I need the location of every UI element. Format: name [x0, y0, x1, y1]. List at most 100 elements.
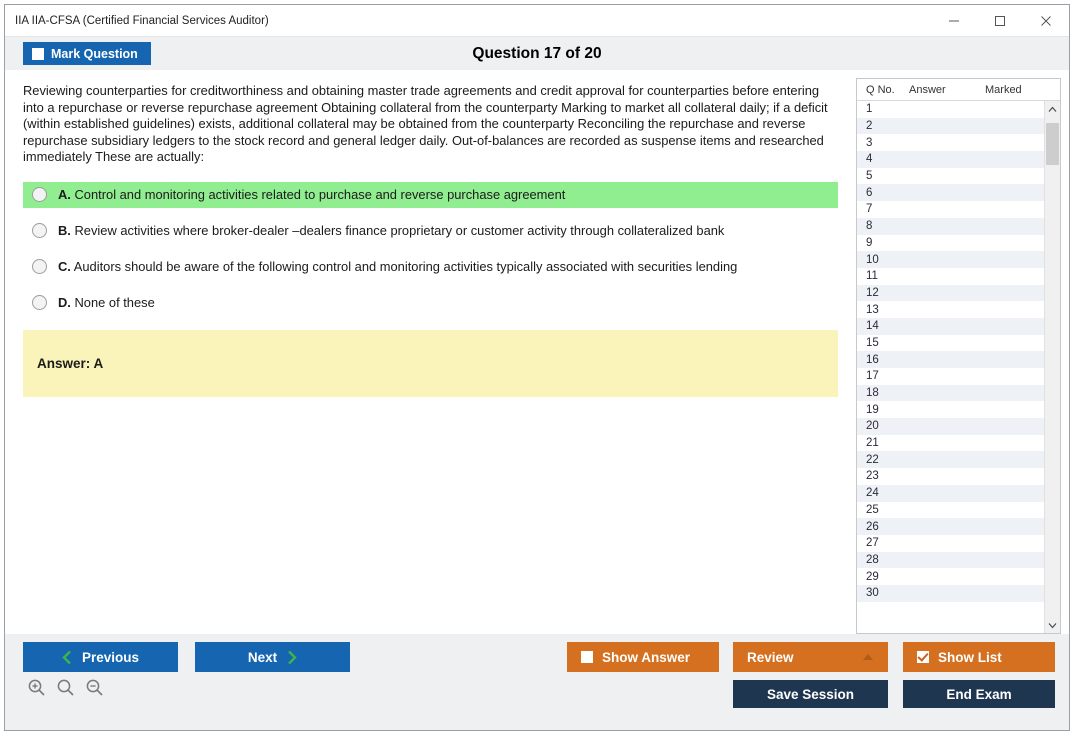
end-exam-button[interactable]: End Exam: [903, 680, 1055, 708]
question-list-row[interactable]: 15: [857, 335, 1044, 352]
question-number-cell: 26: [866, 520, 879, 533]
question-list-row[interactable]: 28: [857, 551, 1044, 569]
show-list-checkbox[interactable]: [917, 651, 929, 663]
maximize-icon[interactable]: [977, 5, 1023, 37]
radio-button[interactable]: [32, 295, 47, 311]
answer-option-c[interactable]: C. Auditors should be aware of the follo…: [23, 254, 838, 280]
question-list-row[interactable]: 25: [857, 502, 1044, 519]
question-number-cell: 18: [866, 387, 879, 400]
question-number-cell: 4: [866, 153, 873, 166]
close-icon[interactable]: [1023, 5, 1069, 37]
scroll-up-icon[interactable]: [1045, 101, 1060, 117]
question-list-row[interactable]: 14: [857, 317, 1044, 335]
answer-option-a[interactable]: A. Control and monitoring activities rel…: [23, 181, 838, 208]
column-header-answer: Answer: [909, 83, 946, 96]
answer-option-b[interactable]: B. Review activities where broker-dealer…: [23, 218, 838, 244]
question-list-row[interactable]: 18: [857, 384, 1044, 402]
question-list-row[interactable]: 12: [857, 284, 1044, 302]
question-list-row[interactable]: 8: [857, 217, 1044, 235]
question-list-row[interactable]: 26: [857, 518, 1044, 535]
question-number-cell: 3: [866, 136, 873, 149]
question-list-row[interactable]: 24: [857, 484, 1044, 502]
question-number-cell: 9: [866, 236, 873, 249]
question-list-row[interactable]: 19: [857, 401, 1044, 418]
question-list-row[interactable]: 6: [857, 184, 1044, 202]
mark-question-checkbox[interactable]: [32, 47, 44, 60]
show-list-button[interactable]: Show List: [903, 642, 1055, 672]
mark-question-label: Mark Question: [51, 46, 138, 61]
window-controls: [931, 5, 1069, 36]
question-list-row[interactable]: 27: [857, 535, 1044, 552]
footer-toolbar: Previous Next Show Answer Review Show Li…: [5, 634, 1069, 730]
radio-button[interactable]: [32, 187, 47, 203]
previous-button[interactable]: Previous: [23, 642, 178, 672]
question-number-cell: 2: [866, 120, 873, 133]
question-number-cell: 27: [866, 537, 879, 550]
question-list-row[interactable]: 16: [857, 351, 1044, 368]
question-list-row[interactable]: 23: [857, 468, 1044, 485]
mark-question-button[interactable]: Mark Question: [23, 42, 151, 65]
question-number-cell: 11: [866, 270, 878, 283]
question-number-cell: 30: [866, 587, 879, 600]
question-list-row[interactable]: 22: [857, 451, 1044, 469]
question-list-row[interactable]: 4: [857, 151, 1044, 168]
scroll-down-icon[interactable]: [1045, 617, 1060, 633]
question-list-scrollbar[interactable]: [1044, 101, 1060, 633]
question-list-panel: Q No. Answer Marked 1 2 3 4 5 6 7 8 9 10 11 12 13 14 1…: [856, 78, 1061, 634]
answer-option-d[interactable]: D. None of these: [23, 290, 838, 316]
zoom-controls: [27, 678, 104, 697]
question-list-row[interactable]: 11: [857, 268, 1044, 285]
answer-text: Answer: A: [37, 355, 104, 371]
end-exam-label: End Exam: [946, 686, 1012, 702]
question-number-cell: 15: [866, 336, 879, 349]
question-number-cell: 8: [866, 220, 873, 233]
question-list-row[interactable]: 30: [857, 584, 1044, 602]
question-list-row[interactable]: 1: [857, 101, 1044, 118]
answer-option-label: D. None of these: [58, 295, 155, 310]
question-list-row[interactable]: 10: [857, 251, 1044, 268]
scrollbar-track[interactable]: [1045, 117, 1060, 617]
zoom-reset-icon[interactable]: [56, 678, 75, 697]
header-band: Mark Question Question 17 of 20: [5, 37, 1069, 70]
question-list-row[interactable]: 29: [857, 568, 1044, 585]
radio-button[interactable]: [32, 259, 47, 275]
show-answer-checkbox[interactable]: [581, 651, 593, 663]
window-title: IIA IIA-CFSA (Certified Financial Servic…: [15, 14, 269, 27]
question-number-cell: 24: [866, 487, 879, 500]
zoom-in-icon[interactable]: [27, 678, 46, 697]
review-label: Review: [747, 649, 794, 665]
question-list-row[interactable]: 9: [857, 235, 1044, 252]
question-list-row[interactable]: 20: [857, 418, 1044, 435]
question-list-row[interactable]: 3: [857, 134, 1044, 151]
answer-options: A. Control and monitoring activities rel…: [23, 181, 838, 316]
question-number-cell: 23: [866, 470, 879, 483]
minimize-icon[interactable]: [931, 5, 977, 37]
caret-up-icon: [863, 654, 873, 660]
question-list-row[interactable]: 7: [857, 201, 1044, 218]
answer-option-text: Control and monitoring activities relate…: [74, 187, 566, 203]
question-number-cell: 16: [866, 353, 879, 366]
answer-option-letter: A.: [58, 187, 71, 203]
question-list-row[interactable]: 5: [857, 168, 1044, 185]
chevron-left-icon: [62, 650, 71, 664]
question-list-rows: 1 2 3 4 5 6 7 8 9 10 11 12 13 14 15 16 17 18 19 20 21 22 23 24 2…: [857, 101, 1044, 633]
answer-option-letter: C.: [58, 259, 71, 275]
question-list-row[interactable]: 17: [857, 368, 1044, 385]
show-answer-button[interactable]: Show Answer: [567, 642, 719, 672]
question-list-row[interactable]: 13: [857, 301, 1044, 318]
show-answer-label: Show Answer: [602, 649, 691, 665]
zoom-out-icon[interactable]: [85, 678, 104, 697]
scrollbar-thumb[interactable]: [1046, 123, 1059, 165]
answer-option-label: C. Auditors should be aware of the follo…: [58, 259, 737, 274]
question-list-row[interactable]: 2: [857, 117, 1044, 135]
next-button[interactable]: Next: [195, 642, 350, 672]
question-number-cell: 19: [866, 403, 879, 416]
question-number-cell: 7: [866, 203, 873, 216]
radio-button[interactable]: [32, 223, 47, 239]
question-number-cell: 22: [866, 453, 879, 466]
previous-label: Previous: [81, 649, 140, 665]
answer-option-letter: B.: [58, 223, 71, 239]
question-list-row[interactable]: 21: [857, 435, 1044, 452]
save-session-button[interactable]: Save Session: [733, 680, 888, 708]
review-dropdown-button[interactable]: Review: [733, 642, 888, 672]
